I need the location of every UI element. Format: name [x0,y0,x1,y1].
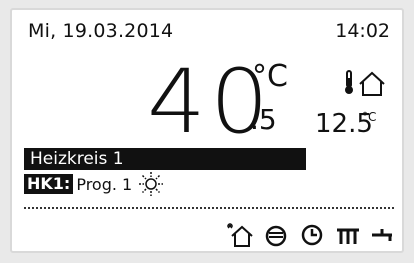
hot-water-tap-icon[interactable] [368,222,396,248]
boiler-icon[interactable] [262,222,290,248]
heating-circuit-status-row: HK1: Prog. 1 [24,172,164,196]
controller-display: Mi, 19.03.2014 14:02 40 °C .5 12.5 °C He… [10,8,404,253]
clock-icon[interactable] [298,222,326,248]
outside-temperature-unit: °C [362,110,377,124]
heating-circuit-tag: HK1: [24,174,74,194]
heating-program-label: Prog. 1 [76,174,133,194]
sun-icon [139,172,164,196]
radiator-icon[interactable] [334,222,362,248]
heating-circuit-title[interactable]: Heizkreis 1 [24,148,306,170]
dotted-divider [24,207,394,209]
room-temperature-unit: °C [252,59,288,94]
outside-thermometer-house-icon [345,70,385,96]
time-display: 14:02 [335,20,390,42]
date-display: Mi, 19.03.2014 [28,20,174,42]
solar-house-icon[interactable] [226,222,254,248]
room-temperature-decimal: .5 [250,103,277,136]
